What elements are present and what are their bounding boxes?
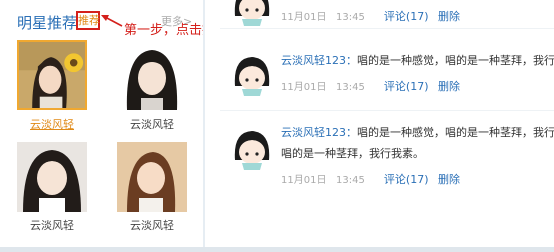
recommend-button[interactable]: 推荐 (76, 11, 100, 30)
delete-link[interactable]: 删除 (438, 10, 460, 23)
comment-username[interactable]: 云淡风轻123： (281, 54, 357, 67)
star-name[interactable]: 云淡风轻 (7, 217, 97, 233)
comment-content: 唱的是一种感觉，唱的是一种茎拜，我行我素 (357, 54, 554, 67)
comment-date: 11月01日 (281, 82, 327, 93)
cartoon-girl-avatar-icon (234, 0, 270, 26)
comment-content-line2: 唱的是一种茎拜，我行我素。 (281, 147, 424, 160)
user-avatar[interactable] (229, 0, 275, 28)
comment-count-link[interactable]: 评论(17) (384, 80, 429, 93)
cartoon-girl-avatar-icon (234, 131, 270, 170)
star-photo-icon (17, 142, 87, 212)
star-photo-icon (117, 40, 187, 110)
divider (220, 28, 554, 29)
annotation-arrow-icon (101, 15, 123, 27)
star-thumbnail[interactable] (117, 40, 187, 110)
star-photo-icon (117, 142, 187, 212)
comment-meta: 11月01日 13:45 评论(17) 删除 (281, 171, 460, 187)
panel-title: 明星推荐 (17, 14, 78, 32)
star-name[interactable]: 云淡风轻 (107, 217, 197, 233)
user-avatar[interactable] (229, 126, 275, 172)
comment-date: 11月01日 (281, 175, 327, 186)
comment-meta: 11月01日 13:45 评论(17) 删除 (281, 78, 460, 94)
star-recommend-panel: 明星推荐 推荐 更多> 第一步，点击推荐 云淡风轻 云淡风轻 云淡风轻 云淡风轻 (0, 0, 228, 252)
star-thumbnail[interactable] (17, 40, 87, 110)
star-name[interactable]: 云淡风轻 (7, 116, 97, 132)
comment-time: 13:45 (336, 82, 365, 93)
star-thumbnail[interactable] (17, 142, 87, 212)
delete-link[interactable]: 删除 (438, 80, 460, 93)
comment-count-link[interactable]: 评论(17) (384, 10, 429, 23)
comment-text: 云淡风轻123：唱的是一种感觉，唱的是一种茎拜，我行我素 (281, 50, 554, 71)
comment-time: 13:45 (336, 12, 365, 23)
delete-link[interactable]: 删除 (438, 173, 460, 186)
comment-text: 云淡风轻123：唱的是一种感觉，唱的是一种茎拜，我行我素 唱的是一种茎拜，我行我… (281, 122, 554, 164)
divider (220, 110, 554, 111)
comment-date: 11月01日 (281, 12, 327, 23)
comment-time: 13:45 (336, 175, 365, 186)
comment-username[interactable]: 云淡风轻123： (281, 126, 357, 139)
comment-meta: 11月01日 13:45 评论(17) 删除 (281, 8, 460, 24)
star-name[interactable]: 云淡风轻 (107, 116, 197, 132)
star-thumbnail[interactable] (117, 142, 187, 212)
star-photo-icon (19, 42, 85, 108)
user-avatar[interactable] (229, 52, 275, 98)
comment-count-link[interactable]: 评论(17) (384, 173, 429, 186)
comment-content: 唱的是一种感觉，唱的是一种茎拜，我行我素 (357, 126, 554, 139)
bottom-border (0, 247, 554, 252)
cartoon-girl-avatar-icon (234, 57, 270, 96)
